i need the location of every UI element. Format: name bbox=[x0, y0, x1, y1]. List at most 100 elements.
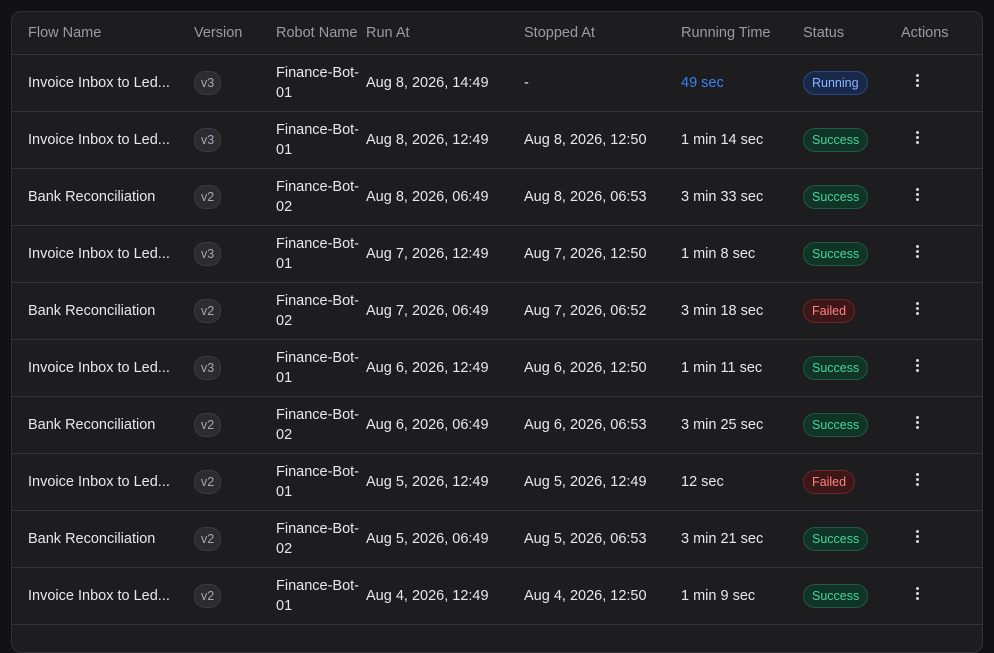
status-badge: Success bbox=[803, 356, 869, 380]
status-badge: Success bbox=[803, 527, 869, 551]
table-row[interactable]: Bank Reconciliation v2 Finance-Bot-02 Aug 6… bbox=[12, 396, 982, 454]
version-cell: v2 bbox=[194, 453, 276, 511]
status-cell: Success bbox=[803, 339, 901, 397]
version-badge: v2 bbox=[194, 470, 222, 494]
flow-runs-table-card: Flow Name Version Robot Name Run At Stop… bbox=[11, 11, 983, 653]
robot-name-cell: Finance-Bot-01 bbox=[276, 225, 366, 283]
column-header-running-time[interactable]: Running Time bbox=[681, 12, 803, 55]
stopped-at-cell: - bbox=[524, 54, 681, 112]
column-header-flow-name[interactable]: Flow Name bbox=[12, 12, 194, 55]
stopped-at-cell: Aug 8, 2026, 06:53 bbox=[524, 168, 681, 226]
actions-cell bbox=[901, 396, 982, 454]
flow-name-cell[interactable]: Bank Reconciliation bbox=[12, 510, 194, 568]
version-badge: v2 bbox=[194, 584, 222, 608]
stopped-at-cell: Aug 6, 2026, 12:50 bbox=[524, 339, 681, 397]
run-at-cell: Aug 7, 2026, 06:49 bbox=[366, 282, 524, 340]
run-at-cell: Aug 6, 2026, 12:49 bbox=[366, 339, 524, 397]
more-vertical-icon[interactable] bbox=[907, 70, 927, 90]
flow-name-cell[interactable]: Bank Reconciliation bbox=[12, 282, 194, 340]
table-row[interactable]: Invoice Inbox to Led... v3 Finance-Bot-01 A… bbox=[12, 225, 982, 283]
robot-name-cell: Finance-Bot-02 bbox=[276, 168, 366, 226]
more-vertical-icon[interactable] bbox=[907, 298, 927, 318]
more-vertical-icon[interactable] bbox=[907, 241, 927, 261]
robot-name-cell: Finance-Bot-01 bbox=[276, 54, 366, 112]
actions-cell bbox=[901, 567, 982, 625]
robot-name-cell: Finance-Bot-02 bbox=[276, 282, 366, 340]
run-at-cell: Aug 5, 2026, 06:49 bbox=[366, 510, 524, 568]
robot-name-cell: Finance-Bot-01 bbox=[276, 111, 366, 169]
flow-name-cell[interactable]: Invoice Inbox to Led... bbox=[12, 453, 194, 511]
column-header-run-at[interactable]: Run At bbox=[366, 12, 524, 55]
flow-name-cell[interactable]: Bank Reconciliation bbox=[12, 168, 194, 226]
flow-name-cell[interactable]: Bank Reconciliation bbox=[12, 396, 194, 454]
flow-name-cell[interactable]: Invoice Inbox to Led... bbox=[12, 225, 194, 283]
run-at-cell: Aug 6, 2026, 06:49 bbox=[366, 396, 524, 454]
column-header-actions: Actions bbox=[901, 12, 982, 55]
flow-name-cell[interactable]: Invoice Inbox to Led... bbox=[12, 339, 194, 397]
more-vertical-icon[interactable] bbox=[907, 526, 927, 546]
version-badge: v3 bbox=[194, 128, 222, 152]
version-cell: v3 bbox=[194, 54, 276, 112]
run-at-cell: Aug 8, 2026, 12:49 bbox=[366, 111, 524, 169]
column-header-status[interactable]: Status bbox=[803, 12, 901, 55]
running-time-cell: 12 sec bbox=[681, 453, 803, 511]
running-time-cell: 3 min 25 sec bbox=[681, 396, 803, 454]
version-badge: v3 bbox=[194, 71, 222, 95]
flow-name-cell[interactable]: Invoice Inbox to Led... bbox=[12, 54, 194, 112]
status-cell: Success bbox=[803, 396, 901, 454]
status-badge: Success bbox=[803, 128, 869, 152]
actions-cell bbox=[901, 225, 982, 283]
actions-cell bbox=[901, 339, 982, 397]
status-cell: Success bbox=[803, 168, 901, 226]
more-vertical-icon[interactable] bbox=[907, 184, 927, 204]
stopped-at-cell: Aug 7, 2026, 12:50 bbox=[524, 225, 681, 283]
more-vertical-icon[interactable] bbox=[907, 583, 927, 603]
robot-name-cell: Finance-Bot-02 bbox=[276, 396, 366, 454]
running-time-cell: 3 min 33 sec bbox=[681, 168, 803, 226]
stopped-at-cell: Aug 4, 2026, 12:50 bbox=[524, 567, 681, 625]
actions-cell bbox=[901, 453, 982, 511]
more-vertical-icon[interactable] bbox=[907, 412, 927, 432]
version-badge: v2 bbox=[194, 527, 222, 551]
more-vertical-icon[interactable] bbox=[907, 355, 927, 375]
table-row[interactable]: Bank Reconciliation v2 Finance-Bot-02 Aug 7… bbox=[12, 282, 982, 340]
running-time-cell: 49 sec bbox=[681, 54, 803, 112]
more-vertical-icon[interactable] bbox=[907, 127, 927, 147]
version-badge: v2 bbox=[194, 413, 222, 437]
flow-name-cell[interactable]: Invoice Inbox to Led... bbox=[12, 111, 194, 169]
table-row[interactable]: Bank Reconciliation v2 Finance-Bot-02 Aug 5… bbox=[12, 510, 982, 568]
running-time-cell: 1 min 8 sec bbox=[681, 225, 803, 283]
version-cell: v2 bbox=[194, 396, 276, 454]
status-badge: Success bbox=[803, 413, 869, 437]
robot-name-cell: Finance-Bot-01 bbox=[276, 453, 366, 511]
actions-cell bbox=[901, 168, 982, 226]
version-cell: v3 bbox=[194, 111, 276, 169]
column-header-version[interactable]: Version bbox=[194, 12, 276, 55]
status-cell: Success bbox=[803, 510, 901, 568]
table-header-row: Flow Name Version Robot Name Run At Stop… bbox=[12, 12, 982, 55]
robot-name-cell: Finance-Bot-01 bbox=[276, 567, 366, 625]
table-row[interactable]: Invoice Inbox to Led... v2 Finance-Bot-01 A… bbox=[12, 567, 982, 625]
actions-cell bbox=[901, 54, 982, 112]
actions-cell bbox=[901, 111, 982, 169]
table-row[interactable]: Invoice Inbox to Led... v2 Finance-Bot-01 A… bbox=[12, 453, 982, 511]
run-at-cell: Aug 7, 2026, 12:49 bbox=[366, 225, 524, 283]
status-badge: Success bbox=[803, 185, 869, 209]
more-vertical-icon[interactable] bbox=[907, 469, 927, 489]
table-row[interactable]: Bank Reconciliation v2 Finance-Bot-02 Aug 8… bbox=[12, 168, 982, 226]
status-cell: Running bbox=[803, 54, 901, 112]
version-badge: v3 bbox=[194, 356, 222, 380]
version-cell: v3 bbox=[194, 225, 276, 283]
running-time-cell: 3 min 21 sec bbox=[681, 510, 803, 568]
stopped-at-cell: Aug 7, 2026, 06:52 bbox=[524, 282, 681, 340]
table-row[interactable]: Invoice Inbox to Led... v3 Finance-Bot-01 A… bbox=[12, 111, 982, 169]
flow-name-cell[interactable]: Invoice Inbox to Led... bbox=[12, 567, 194, 625]
version-badge: v3 bbox=[194, 242, 222, 266]
column-header-stopped-at[interactable]: Stopped At bbox=[524, 12, 681, 55]
table-row[interactable]: Invoice Inbox to Led... v3 Finance-Bot-01 A… bbox=[12, 339, 982, 397]
status-badge: Success bbox=[803, 242, 869, 266]
table-row[interactable]: Invoice Inbox to Led... v3 Finance-Bot-01 A… bbox=[12, 54, 982, 112]
stopped-at-cell: Aug 6, 2026, 06:53 bbox=[524, 396, 681, 454]
status-cell: Failed bbox=[803, 453, 901, 511]
column-header-robot-name[interactable]: Robot Name bbox=[276, 12, 366, 55]
